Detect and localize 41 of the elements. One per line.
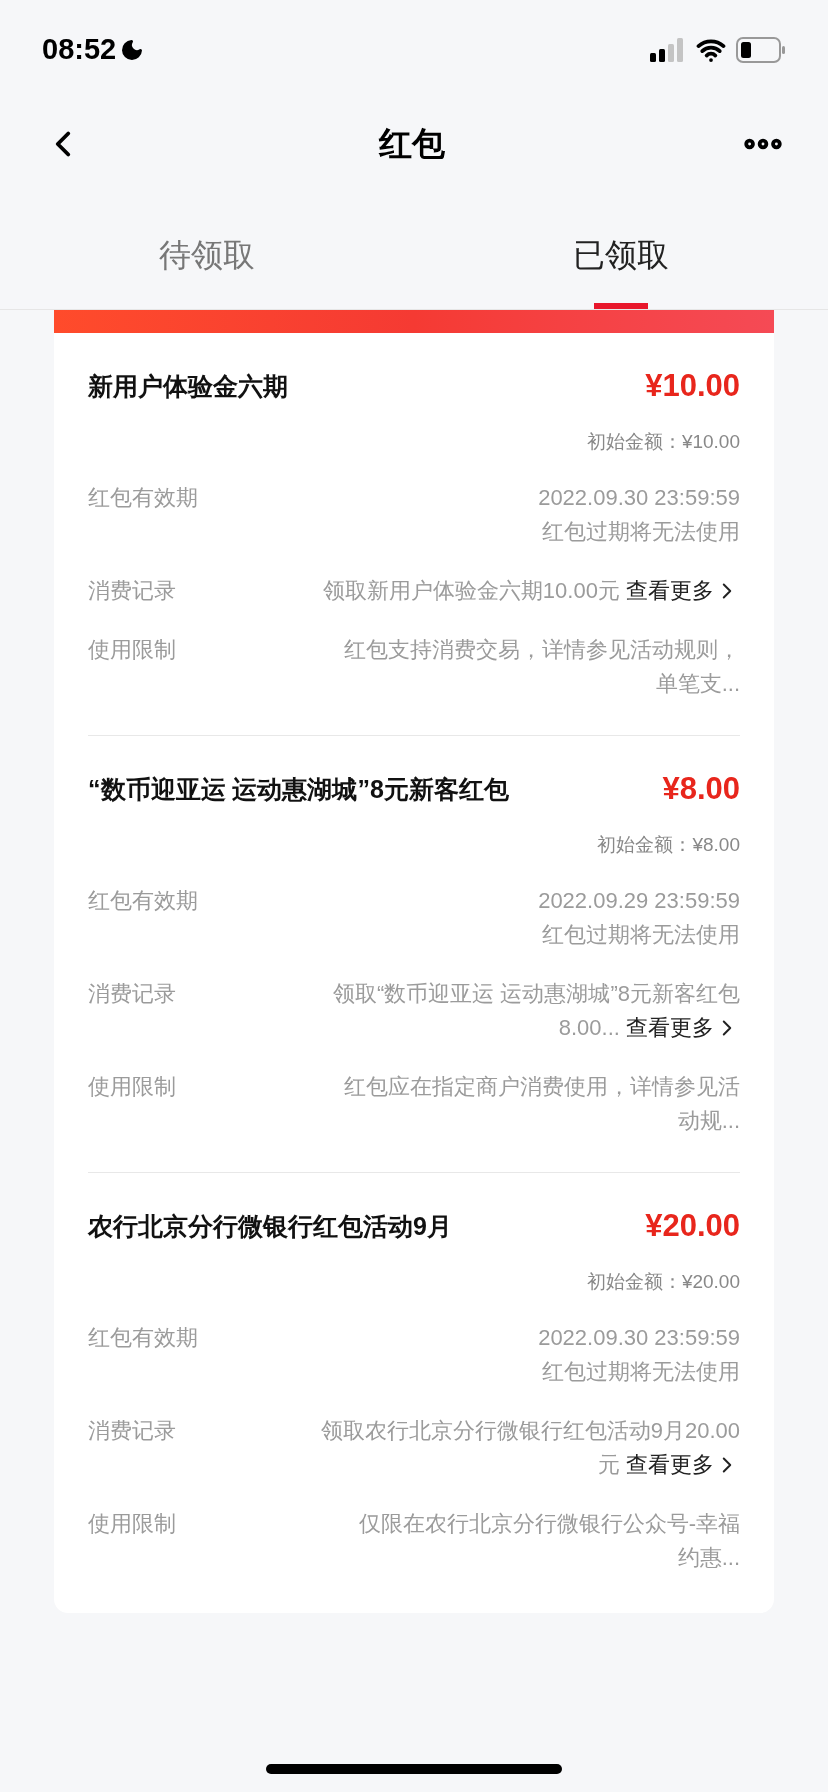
tab[interactable]: 已领取 xyxy=(414,200,828,309)
tab[interactable]: 待领取 xyxy=(0,200,414,309)
detail-text: 红包过期将无法使用 xyxy=(542,921,740,949)
initial-amount: 初始金额：¥8.00 xyxy=(597,832,740,857)
packet-title: 农行北京分行微银行红包活动9月 xyxy=(88,1210,452,1242)
detail-text: 仅限在农行北京分行微银行公众号-幸福约惠... xyxy=(357,1510,740,1572)
row-label: 消费记录 xyxy=(88,577,176,605)
row-label: 红包有效期 xyxy=(88,484,198,512)
detail-text: 红包支持消费交易，详情参见活动规则，单笔支... xyxy=(343,636,740,698)
detail-text: 红包应在指定商户消费使用，详情参见活动规... xyxy=(343,1073,740,1135)
signal-icon xyxy=(650,38,686,62)
record-text: 领取“数币迎亚运 运动惠湖城”8元新客红包8.00... 查看更多 xyxy=(320,977,740,1045)
battery-icon xyxy=(736,37,786,63)
row-label: 红包有效期 xyxy=(88,887,198,915)
packet-title: 新用户体验金六期 xyxy=(88,370,288,402)
detail-text: 2022.09.29 23:59:59 xyxy=(538,887,740,915)
status-time: 08:52 xyxy=(42,32,117,68)
row-label: 消费记录 xyxy=(88,980,176,1008)
row-label: 使用限制 xyxy=(88,1510,176,1538)
moon-icon xyxy=(120,38,145,62)
view-more-link[interactable]: 查看更多 xyxy=(626,574,740,608)
initial-amount: 初始金额：¥10.00 xyxy=(586,429,740,454)
initial-amount: 初始金额：¥20.00 xyxy=(586,1269,740,1294)
row-label: 使用限制 xyxy=(88,636,176,664)
detail-text: 红包过期将无法使用 xyxy=(542,1358,740,1386)
view-more-link[interactable]: 查看更多 xyxy=(626,1011,740,1045)
packet-amount: ¥20.00 xyxy=(645,1207,740,1245)
row-label: 消费记录 xyxy=(88,1417,176,1445)
row-label: 红包有效期 xyxy=(88,1324,198,1352)
record-text: 领取农行北京分行微银行红包活动9月20.00元 查看更多 xyxy=(320,1414,740,1482)
packet-amount: ¥8.00 xyxy=(662,770,740,808)
record-text: 领取新用户体验金六期10.00元 查看更多 xyxy=(322,574,740,608)
detail-text: 红包过期将无法使用 xyxy=(542,518,740,546)
row-label: 使用限制 xyxy=(88,1073,176,1101)
tab-indicator xyxy=(594,303,648,309)
detail-text: 2022.09.30 23:59:59 xyxy=(538,484,740,512)
packet-amount: ¥10.00 xyxy=(645,367,740,405)
detail-text: 2022.09.30 23:59:59 xyxy=(538,1324,740,1352)
packet-title: “数币迎亚运 运动惠湖城”8元新客红包 xyxy=(88,773,509,805)
page-title: 红包 xyxy=(379,124,445,165)
view-more-link[interactable]: 查看更多 xyxy=(626,1448,740,1482)
